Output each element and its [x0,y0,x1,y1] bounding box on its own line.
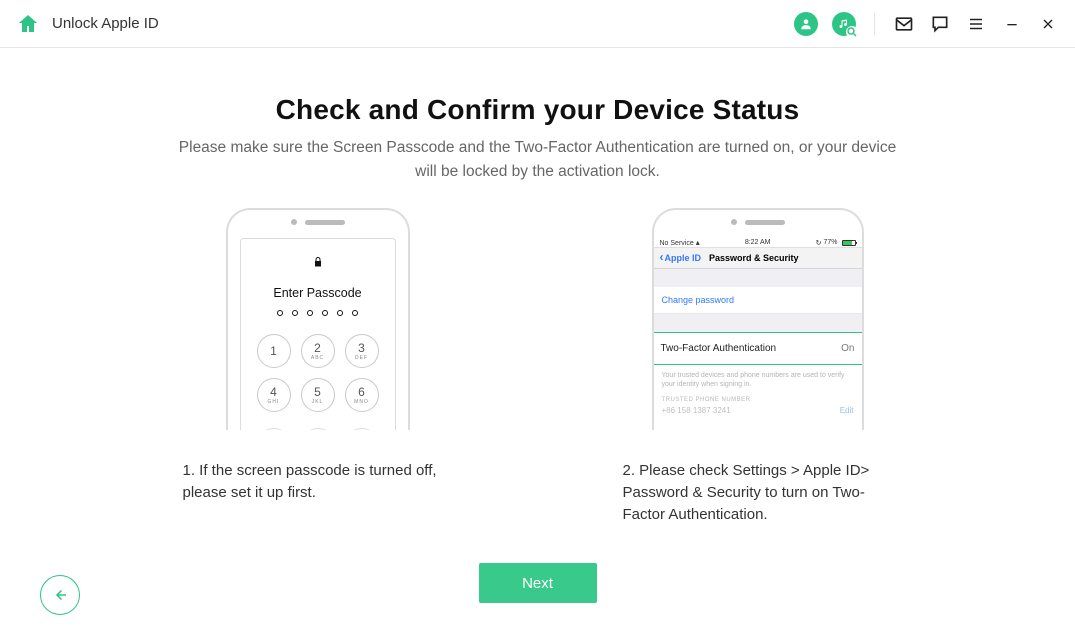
status-battery: ↻ 77% [816,239,856,247]
nav-back: ‹Apple ID [660,253,702,263]
tfa-label: Two-Factor Authentication [661,343,777,354]
lock-icon [249,255,387,272]
page-subtitle: Please make sure the Screen Passcode and… [178,136,898,184]
keypad-key-1: 1 [257,334,291,368]
passcode-dots [249,310,387,316]
main-content: Check and Confirm your Device Status Ple… [0,48,1075,603]
keypad-key-7: 7PQRS [257,428,291,430]
nav-title: Password & Security [707,253,855,263]
panel-passcode: Enter Passcode 1 2ABC 3DEF 4GHI 5JKL 6MNO 7PQR… [183,208,453,525]
keypad-key-2: 2ABC [301,334,335,368]
ios-nav-bar: ‹Apple ID Password & Security [654,247,862,269]
keypad-key-3: 3DEF [345,334,379,368]
header-divider [874,13,875,35]
menu-icon[interactable] [965,13,987,35]
phone-mock-passcode: Enter Passcode 1 2ABC 3DEF 4GHI 5JKL 6MNO 7PQR… [226,208,410,430]
keypad-key-5: 5JKL [301,378,335,412]
phone-mock-settings: No Service ▴ 8:22 AM ↻ 77% ‹Apple ID Pas… [652,208,864,430]
back-button[interactable] [40,575,80,615]
two-factor-cell: Two-Factor Authentication On [652,332,864,365]
tfa-footnote: Your trusted devices and phone numbers a… [654,365,862,419]
header-bar: Unlock Apple ID [0,0,1075,48]
keypad-key-9: 9WXYZ [345,428,379,430]
minimize-button[interactable] [1001,13,1023,35]
ios-status-bar: No Service ▴ 8:22 AM ↻ 77% [654,234,862,247]
passcode-keypad: 1 2ABC 3DEF 4GHI 5JKL 6MNO 7PQRS 8TUV 9WXYZ [249,334,387,430]
change-password-cell: Change password [654,287,862,314]
header-title: Unlock Apple ID [52,15,159,32]
status-carrier: No Service ▴ [660,238,700,247]
keypad-key-4: 4GHI [257,378,291,412]
enter-passcode-label: Enter Passcode [249,286,387,300]
caption-passcode: 1. If the screen passcode is turned off,… [183,460,453,504]
panel-two-factor: No Service ▴ 8:22 AM ↻ 77% ‹Apple ID Pas… [623,208,893,525]
status-time: 8:22 AM [745,239,771,246]
account-icon[interactable] [794,12,818,36]
page-title: Check and Confirm your Device Status [0,94,1075,126]
music-tool-icon[interactable] [832,12,856,36]
home-icon[interactable] [16,12,40,36]
caption-two-factor: 2. Please check Settings > Apple ID> Pas… [623,460,893,525]
tfa-status: On [841,343,854,354]
close-button[interactable] [1037,13,1059,35]
mail-icon[interactable] [893,13,915,35]
keypad-key-6: 6MNO [345,378,379,412]
next-button[interactable]: Next [479,563,597,603]
feedback-icon[interactable] [929,13,951,35]
keypad-key-8: 8TUV [301,428,335,430]
